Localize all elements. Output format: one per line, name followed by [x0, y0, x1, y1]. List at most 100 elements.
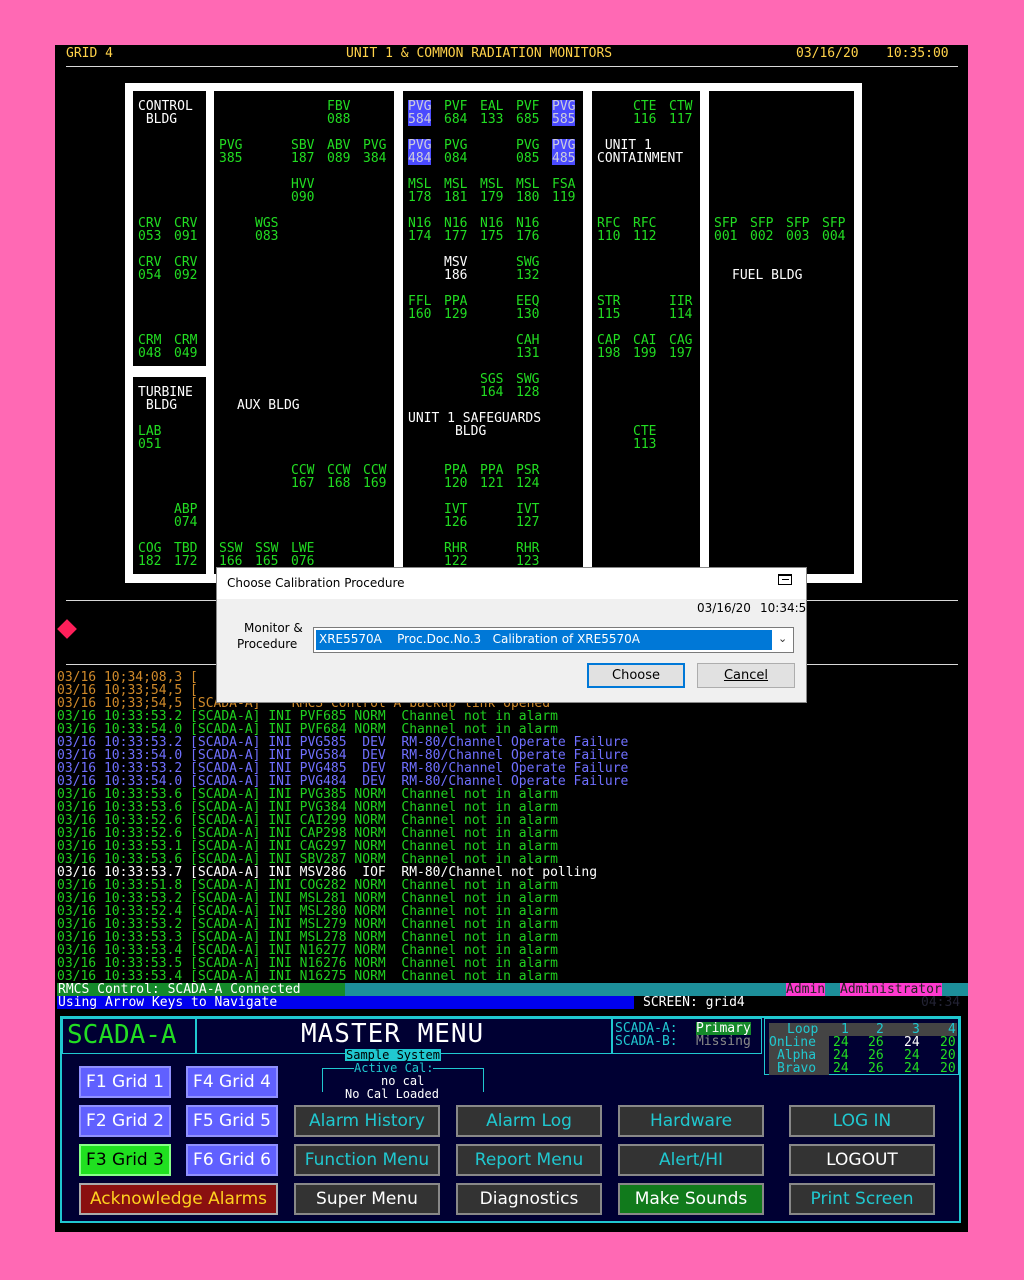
- log-in-button[interactable]: LOG IN: [789, 1105, 935, 1137]
- monitor-iir114[interactable]: IIR 114: [669, 295, 692, 321]
- monitor-msl180[interactable]: MSL 180: [516, 178, 539, 204]
- monitor-pvg584[interactable]: PVG 584: [408, 100, 432, 126]
- f5-grid5-button[interactable]: F5 Grid 5: [186, 1105, 278, 1137]
- monitor-ffl160[interactable]: FFL 160: [408, 295, 431, 321]
- restore-window-icon[interactable]: [778, 574, 792, 585]
- monitor-abv089[interactable]: ABV 089: [327, 139, 350, 165]
- monitor-pvg384[interactable]: PVG 384: [363, 139, 386, 165]
- function-menu-button[interactable]: Function Menu: [294, 1144, 440, 1176]
- monitor-pvg385[interactable]: PVG 385: [219, 139, 242, 165]
- monitor-crv092[interactable]: CRV 092: [174, 256, 197, 282]
- cancel-button[interactable]: Cancel: [697, 663, 795, 688]
- monitor-msl181[interactable]: MSL 181: [444, 178, 467, 204]
- monitor-ssw165[interactable]: SSW 165: [255, 542, 278, 568]
- monitor-crv053[interactable]: CRV 053: [138, 217, 161, 243]
- monitor-abp074[interactable]: ABP 074: [174, 503, 197, 529]
- monitor-cte113[interactable]: CTE 113: [633, 425, 656, 451]
- monitor-ivt126[interactable]: IVT 126: [444, 503, 467, 529]
- monitor-pvf684[interactable]: PVF 684: [444, 100, 467, 126]
- monitor-cap198[interactable]: CAP 198: [597, 334, 620, 360]
- monitor-cte116[interactable]: CTE 116: [633, 100, 656, 126]
- monitor-str115[interactable]: STR 115: [597, 295, 620, 321]
- monitor-pvf685[interactable]: PVF 685: [516, 100, 539, 126]
- monitor-swg128[interactable]: SWG 128: [516, 373, 539, 399]
- monitor-rhr122[interactable]: RHR 122: [444, 542, 467, 568]
- selected-procedure: XRE5570A Proc.Doc.No.3 Calibration of XR…: [319, 632, 640, 646]
- alert-hi-button[interactable]: Alert/HI: [618, 1144, 764, 1176]
- f3-grid3-button[interactable]: F3 Grid 3: [79, 1144, 171, 1176]
- report-menu-button[interactable]: Report Menu: [456, 1144, 602, 1176]
- monitor-ccw167[interactable]: CCW 167: [291, 464, 314, 490]
- monitor-rhr123[interactable]: RHR 123: [516, 542, 539, 568]
- monitor-pvg484[interactable]: PVG 484: [408, 139, 432, 165]
- logout-button[interactable]: LOGOUT: [789, 1144, 935, 1176]
- monitor-sbv187[interactable]: SBV 187: [291, 139, 314, 165]
- alarm-log-button[interactable]: Alarm Log: [456, 1105, 602, 1137]
- monitor-pvg085[interactable]: PVG 085: [516, 139, 539, 165]
- f6-grid6-button[interactable]: F6 Grid 6: [186, 1144, 278, 1176]
- monitor-psr124[interactable]: PSR 124: [516, 464, 539, 490]
- monitor-lwe076[interactable]: LWE 076: [291, 542, 314, 568]
- monitor-ccw169[interactable]: CCW 169: [363, 464, 386, 490]
- alarm-history-button[interactable]: Alarm History: [294, 1105, 440, 1137]
- super-menu-button[interactable]: Super Menu: [294, 1183, 440, 1215]
- print-screen-button[interactable]: Print Screen: [789, 1183, 935, 1215]
- monitor-crm049[interactable]: CRM 049: [174, 334, 197, 360]
- monitor-ssw166[interactable]: SSW 166: [219, 542, 242, 568]
- monitor-fbv088[interactable]: FBV 088: [327, 100, 350, 126]
- monitor-ppa121[interactable]: PPA 121: [480, 464, 503, 490]
- monitor-ivt127[interactable]: IVT 127: [516, 503, 539, 529]
- monitor-pvg485[interactable]: PVG 485: [552, 139, 576, 165]
- monitor-pvg585[interactable]: PVG 585: [552, 100, 576, 126]
- monitor-ppa129[interactable]: PPA 129: [444, 295, 467, 321]
- monitor-cai199[interactable]: CAI 199: [633, 334, 656, 360]
- monitor-crv091[interactable]: CRV 091: [174, 217, 197, 243]
- dialog-title: Choose Calibration Procedure: [227, 576, 405, 590]
- monitor-ctw117[interactable]: CTW 117: [669, 100, 692, 126]
- monitor-tbd172[interactable]: TBD 172: [174, 542, 197, 568]
- f1-grid1-button[interactable]: F1 Grid 1: [79, 1066, 171, 1098]
- monitor-wgs083[interactable]: WGS 083: [255, 217, 278, 243]
- monitor-ccw168[interactable]: CCW 168: [327, 464, 350, 490]
- fuel-bldg-label: FUEL BLDG: [732, 268, 803, 283]
- monitor-lab051[interactable]: LAB 051: [138, 425, 161, 451]
- monitor-eal133[interactable]: EAL 133: [480, 100, 503, 126]
- monitor-n16177[interactable]: N16 177: [444, 217, 467, 243]
- monitor-rfc110[interactable]: RFC 110: [597, 217, 620, 243]
- monitor-crm048[interactable]: CRM 048: [138, 334, 161, 360]
- monitor-msv186[interactable]: MSV 186: [444, 256, 467, 282]
- monitor-n16175[interactable]: N16 175: [480, 217, 503, 243]
- monitor-fsa119[interactable]: FSA 119: [552, 178, 575, 204]
- monitor-crv054[interactable]: CRV 054: [138, 256, 161, 282]
- procedure-label: Procedure: [237, 637, 298, 651]
- hardware-button[interactable]: Hardware: [618, 1105, 764, 1137]
- choose-button[interactable]: Choose: [587, 663, 685, 688]
- monitor-msl178[interactable]: MSL 178: [408, 178, 431, 204]
- f2-grid2-button[interactable]: F2 Grid 2: [79, 1105, 171, 1137]
- monitor-msl179[interactable]: MSL 179: [480, 178, 503, 204]
- monitor-sfp004[interactable]: SFP 004: [822, 217, 845, 243]
- f4-grid4-button[interactable]: F4 Grid 4: [186, 1066, 278, 1098]
- event-log[interactable]: 03/16 10;34;08,3 [03/16 10;33;54,5 [03/1…: [57, 671, 968, 983]
- monitor-sfp001[interactable]: SFP 001: [714, 217, 737, 243]
- monitor-n16174[interactable]: N16 174: [408, 217, 431, 243]
- monitor-rfc112[interactable]: RFC 112: [633, 217, 656, 243]
- monitor-cah131[interactable]: CAH 131: [516, 334, 539, 360]
- monitor-eeq130[interactable]: EEQ 130: [516, 295, 539, 321]
- procedure-select[interactable]: XRE5570A Proc.Doc.No.3 Calibration of XR…: [313, 627, 794, 653]
- make-sounds-button[interactable]: Make Sounds: [618, 1183, 764, 1215]
- monitor-n16176[interactable]: N16 176: [516, 217, 539, 243]
- header-divider: [66, 66, 958, 67]
- monitor-cag197[interactable]: CAG 197: [669, 334, 692, 360]
- monitor-cog182[interactable]: COG 182: [138, 542, 161, 568]
- dropdown-chevron-icon[interactable]: ⌄: [778, 632, 787, 645]
- acknowledge-alarms-button[interactable]: Acknowledge Alarms: [79, 1183, 278, 1215]
- diagnostics-button[interactable]: Diagnostics: [456, 1183, 602, 1215]
- monitor-pvg084[interactable]: PVG 084: [444, 139, 467, 165]
- monitor-sgs164[interactable]: SGS 164: [480, 373, 503, 399]
- monitor-sfp002[interactable]: SFP 002: [750, 217, 773, 243]
- monitor-sfp003[interactable]: SFP 003: [786, 217, 809, 243]
- monitor-ppa120[interactable]: PPA 120: [444, 464, 467, 490]
- monitor-swg132[interactable]: SWG 132: [516, 256, 539, 282]
- monitor-hvv090[interactable]: HVV 090: [291, 178, 314, 204]
